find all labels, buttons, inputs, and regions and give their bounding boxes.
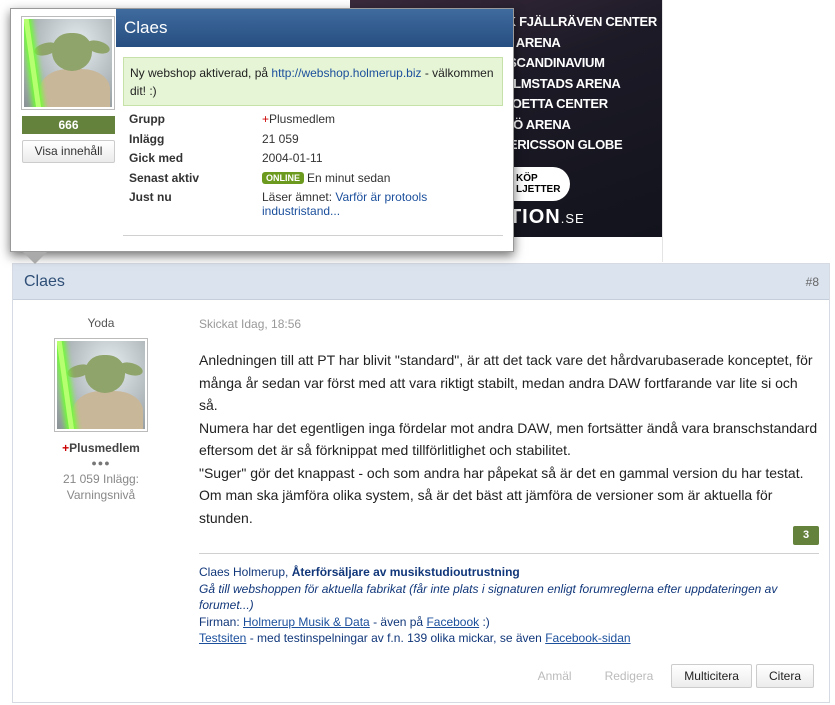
rank-dots-icon: ●●● — [91, 458, 111, 468]
post-paragraph: Om man ska jämföra olika system, så är d… — [199, 487, 773, 526]
multiquote-button[interactable]: Multicitera — [671, 664, 752, 688]
popup-username[interactable]: Claes — [124, 18, 167, 38]
field-value: +Plusmedlem — [262, 112, 502, 132]
field-value: Läser ämnet: Varför är protools industri… — [262, 190, 502, 218]
top-right-area — [662, 0, 835, 262]
just-now-prefix: Läser ämnet: — [262, 190, 336, 204]
sig-firm-link[interactable]: Holmerup Musik & Data — [243, 615, 370, 629]
ad-venue: CLOETTA CENTER — [495, 96, 608, 111]
field-label: Just nu — [129, 190, 172, 204]
ad-venue-list: VIK FJÄLLRÄVEN CENTER OP ARENA G SCANDIN… — [495, 12, 657, 156]
popup-info-table: Grupp +Plusmedlem Inlägg 21 059 Gick med 20… — [129, 112, 502, 218]
avatar[interactable] — [54, 338, 148, 432]
post-header: Claes #8 — [13, 264, 829, 300]
signature: Claes Holmerup, Återförsäljare av musiks… — [199, 553, 819, 647]
post-author-link[interactable]: Claes — [24, 273, 65, 291]
sig-company: Återförsäljare av musikstudioutrustning — [291, 565, 520, 579]
post-paragraph: "Suger" gör det knappast - och som andra… — [199, 464, 804, 481]
notice-text: Ny webshop aktiverad, på — [130, 66, 272, 80]
sig-line-4: Testsiten - med testinspelningar av f.n.… — [199, 630, 819, 647]
sig-facebook-link[interactable]: Facebook — [426, 615, 479, 629]
status-notice: Ny webshop aktiverad, på http://webshop.… — [123, 57, 503, 106]
sig-text: - med testinspelningar av f.n. 139 olika… — [246, 631, 546, 645]
sig-line-2: Gå till webshoppen för aktuella fabrikat… — [199, 581, 778, 613]
sig-text: - även på — [369, 614, 427, 629]
field-label: Inlägg — [129, 131, 165, 146]
like-count-badge[interactable]: 3 — [793, 526, 819, 545]
ad-venue: HALMSTADS ARENA — [495, 75, 621, 91]
user-post-count: 21 059 Inlägg: Varningsnivå — [13, 471, 189, 503]
forum-page: VIK FJÄLLRÄVEN CENTER OP ARENA G SCANDIN… — [0, 0, 835, 705]
sig-firm-label: Firman: — [199, 614, 244, 629]
ad-venue: M ERICSSON GLOBE — [495, 137, 623, 152]
yoda-avatar-image — [57, 341, 145, 429]
view-content-button[interactable]: Visa innehåll — [22, 140, 115, 163]
field-value: ONLINE En minut sedan — [262, 171, 502, 191]
ad-brand-suffix: .SE — [560, 211, 585, 226]
sig-line-1: Claes Holmerup, Återförsäljare av musiks… — [199, 564, 819, 581]
reputation-score-badge: 666 — [22, 116, 115, 134]
sig-name: Claes Holmerup, — [199, 565, 292, 579]
popup-pointer — [23, 252, 47, 264]
sig-facebook-page-link[interactable]: Facebook-sidan — [545, 631, 630, 645]
warning-level-label: Varningsnivå — [66, 488, 136, 502]
ad-venue: LMÖ ARENA — [495, 116, 571, 132]
popup-header: Claes — [116, 9, 513, 47]
field-value: 21 059 — [262, 131, 299, 146]
ad-buy-label: LJETTER — [516, 184, 561, 195]
post-count-label: 21 059 Inlägg: — [62, 472, 140, 486]
field-label: Gick med — [129, 151, 184, 165]
forum-post: Claes #8 Yoda +Plusmedlem ●●● 21 059 Inl… — [12, 263, 830, 703]
popup-divider — [123, 235, 503, 236]
ad-buy-label: KÖP — [516, 173, 538, 184]
webshop-link[interactable]: http://webshop.holmerup.biz — [271, 66, 421, 80]
field-label: Senast aktiv — [129, 170, 200, 185]
post-body: Anledningen till att PT har blivit "stan… — [199, 349, 819, 529]
ad-venue: OP ARENA — [495, 34, 561, 50]
online-badge: ONLINE — [262, 171, 305, 184]
report-button[interactable]: Anmäl — [538, 669, 572, 683]
field-value: 2004-01-11 — [262, 151, 323, 165]
user-title: Yoda — [87, 316, 115, 330]
edit-button[interactable]: Redigera — [605, 669, 654, 683]
field-label: Grupp — [129, 112, 165, 126]
ad-venue: VIK FJÄLLRÄVEN CENTER — [495, 14, 657, 29]
post-number-link[interactable]: #8 — [806, 275, 819, 289]
sig-line-3: Firman: Holmerup Musik & Data - även på … — [199, 614, 819, 631]
post-content: Skickat Idag, 18:56 Anledningen till att… — [199, 301, 819, 645]
ad-venue: G SCANDINAVIUM — [495, 55, 605, 70]
post-user-info: Yoda +Plusmedlem ●●● 21 059 Inlägg: Varn… — [13, 301, 189, 503]
user-group-label: Plusmedlem — [69, 441, 140, 455]
post-actions: Anmäl Redigera Multicitera Citera — [538, 664, 814, 688]
user-profile-popup: Claes 666 Visa innehåll Ny webshop aktiv… — [10, 8, 514, 264]
quote-button[interactable]: Citera — [755, 664, 814, 688]
post-paragraph: Numera har det egentligen inga fördelar … — [199, 419, 818, 459]
sig-text: :) — [479, 614, 490, 629]
popup-avatar[interactable] — [21, 16, 115, 110]
post-paragraph: Anledningen till att PT har blivit "stan… — [199, 352, 813, 413]
last-active-value: En minut sedan — [307, 170, 391, 185]
plus-icon: + — [262, 112, 270, 126]
sig-testsite-link[interactable]: Testsiten — [199, 631, 246, 645]
user-group: +Plusmedlem — [13, 441, 189, 455]
yoda-avatar-image — [24, 19, 112, 107]
group-value: Plusmedlem — [269, 112, 336, 126]
post-timestamp: Skickat Idag, 18:56 — [199, 317, 302, 331]
